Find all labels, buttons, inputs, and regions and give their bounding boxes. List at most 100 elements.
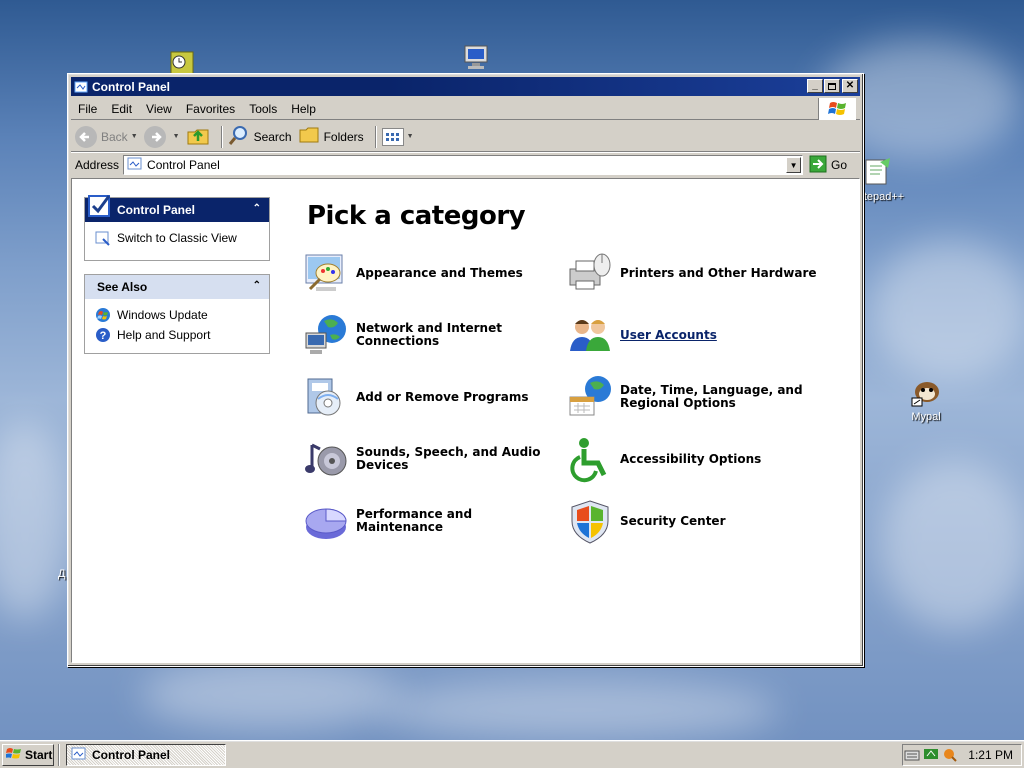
menu-edit[interactable]: Edit: [104, 102, 139, 116]
menu-bar: File Edit View Favorites Tools Help: [71, 98, 860, 120]
switch-classic-view-label: Switch to Classic View: [117, 231, 237, 245]
windows-logo-icon: [818, 98, 856, 120]
category-label: User Accounts: [620, 327, 717, 342]
control-panel-icon: [127, 156, 143, 175]
address-input[interactable]: Control Panel ▼: [123, 155, 804, 175]
category-label: Date, Time, Language, and Regional Optio…: [620, 383, 803, 410]
category-security-center[interactable]: Security Center: [566, 497, 821, 545]
switch-classic-view-link[interactable]: Switch to Classic View: [95, 228, 259, 248]
network-icon: [302, 311, 350, 359]
folder-icon: [298, 125, 320, 148]
close-icon: ✕: [845, 80, 855, 91]
back-label: Back: [101, 129, 128, 144]
cloud: [870, 240, 1024, 380]
views-icon: [381, 127, 404, 146]
see-also-title: See Also: [97, 280, 148, 294]
category-appearance-themes[interactable]: Appearance and Themes: [302, 249, 557, 297]
views-button[interactable]: ▼: [381, 127, 414, 146]
category-sounds-speech[interactable]: Sounds, Speech, and Audio Devices: [302, 435, 557, 483]
accessibility-icon: [566, 435, 614, 483]
taskbar-separator: [58, 744, 60, 766]
category-performance-maintenance[interactable]: Performance and Maintenance: [302, 497, 557, 545]
maximize-button[interactable]: [824, 79, 840, 93]
folders-button[interactable]: Folders: [298, 125, 364, 148]
category-add-remove-programs[interactable]: Add or Remove Programs: [302, 373, 557, 421]
desktop-icon-mypal[interactable]: Mypal: [891, 376, 961, 423]
search-icon: [228, 124, 250, 149]
chevron-down-icon[interactable]: ▼: [173, 133, 180, 140]
category-user-accounts[interactable]: User Accounts: [566, 311, 821, 359]
up-folder-icon: [186, 124, 210, 149]
control-panel-icon: [71, 746, 87, 765]
forward-arrow-icon: [143, 125, 166, 148]
cloud: [380, 680, 780, 740]
minimize-icon: _: [812, 80, 818, 91]
control-panel-window[interactable]: Control Panel _ ✕ File Edit View Favorit…: [67, 73, 864, 667]
up-folder-button[interactable]: [186, 124, 210, 149]
category-label: Sounds, Speech, and Audio Devices: [356, 445, 541, 472]
control-panel-icon: [74, 80, 88, 94]
address-label: Address: [75, 158, 120, 172]
keyboard-tray-icon[interactable]: [904, 746, 920, 765]
search-button[interactable]: Search: [228, 124, 292, 149]
chevron-down-icon[interactable]: ▼: [131, 133, 138, 140]
forward-button[interactable]: ▼: [143, 125, 180, 148]
go-arrow-icon: [809, 155, 827, 176]
clock[interactable]: 1:21 PM: [968, 748, 1013, 762]
address-dropdown-button[interactable]: ▼: [786, 157, 802, 173]
svg-text:?: ?: [100, 330, 107, 342]
menu-favorites[interactable]: Favorites: [179, 102, 242, 116]
appearance-icon: [302, 249, 350, 297]
windows-update-icon: [95, 307, 111, 323]
folders-label: Folders: [323, 129, 364, 144]
see-also-pane: See Also ⌃ Windows Update ? Help and Sup…: [84, 274, 270, 354]
category-label: Performance and Maintenance: [356, 507, 473, 534]
category-network-internet[interactable]: Network and Internet Connections: [302, 311, 557, 359]
menu-view[interactable]: View: [139, 102, 179, 116]
user-accounts-icon: [566, 311, 614, 359]
category-label: Appearance and Themes: [356, 265, 523, 280]
collapse-icon[interactable]: ⌃: [253, 203, 261, 214]
category-label: Network and Internet Connections: [356, 321, 502, 348]
taskbar-control-panel-button[interactable]: Control Panel: [66, 744, 226, 766]
cloud: [880, 460, 1024, 630]
switch-view-icon: [95, 230, 111, 246]
control-panel-pane-title: Control Panel: [117, 203, 196, 217]
sound-icon: [302, 435, 350, 483]
taskbar: Start Control Panel 1:21 PM: [0, 740, 1024, 768]
control-panel-pane-header[interactable]: Control Panel ⌃: [85, 195, 269, 222]
monitor-icon: [460, 42, 492, 74]
category-label: Accessibility Options: [620, 451, 762, 466]
go-button[interactable]: Go: [809, 155, 847, 176]
taskbar-button-label: Control Panel: [92, 748, 171, 762]
start-label: Start: [25, 748, 53, 762]
content-area: Control Panel ⌃ Switch to Classic View S…: [71, 178, 860, 663]
page-title: Pick a category: [307, 201, 526, 231]
start-button[interactable]: Start: [2, 744, 54, 766]
category-date-time-language[interactable]: Date, Time, Language, and Regional Optio…: [566, 373, 821, 421]
close-button[interactable]: ✕: [842, 79, 858, 93]
volume-tray-icon[interactable]: [942, 746, 958, 765]
windows-update-link[interactable]: Windows Update: [95, 305, 259, 325]
desktop-icon-computer[interactable]: [441, 42, 511, 77]
help-support-label: Help and Support: [117, 328, 211, 342]
category-printers-hardware[interactable]: Printers and Other Hardware: [566, 249, 821, 297]
see-also-header[interactable]: See Also ⌃: [85, 275, 269, 299]
collapse-icon[interactable]: ⌃: [253, 280, 261, 291]
title-bar[interactable]: Control Panel _ ✕: [71, 77, 860, 96]
windows-update-label: Windows Update: [117, 308, 208, 322]
category-accessibility[interactable]: Accessibility Options: [566, 435, 821, 483]
window-title: Control Panel: [92, 79, 171, 94]
add-remove-icon: [302, 373, 350, 421]
desktop-icon-label: tepad++: [863, 191, 905, 203]
menu-file[interactable]: File: [71, 102, 104, 116]
printer-icon: [566, 249, 614, 297]
windows-logo-icon: [5, 747, 22, 764]
help-support-link[interactable]: ? Help and Support: [95, 325, 259, 345]
chevron-down-icon[interactable]: ▼: [407, 133, 414, 140]
back-button[interactable]: Back ▼: [75, 125, 138, 148]
minimize-button[interactable]: _: [807, 79, 823, 93]
menu-help[interactable]: Help: [284, 102, 323, 116]
menu-tools[interactable]: Tools: [242, 102, 284, 116]
network-tray-icon[interactable]: [923, 746, 939, 765]
